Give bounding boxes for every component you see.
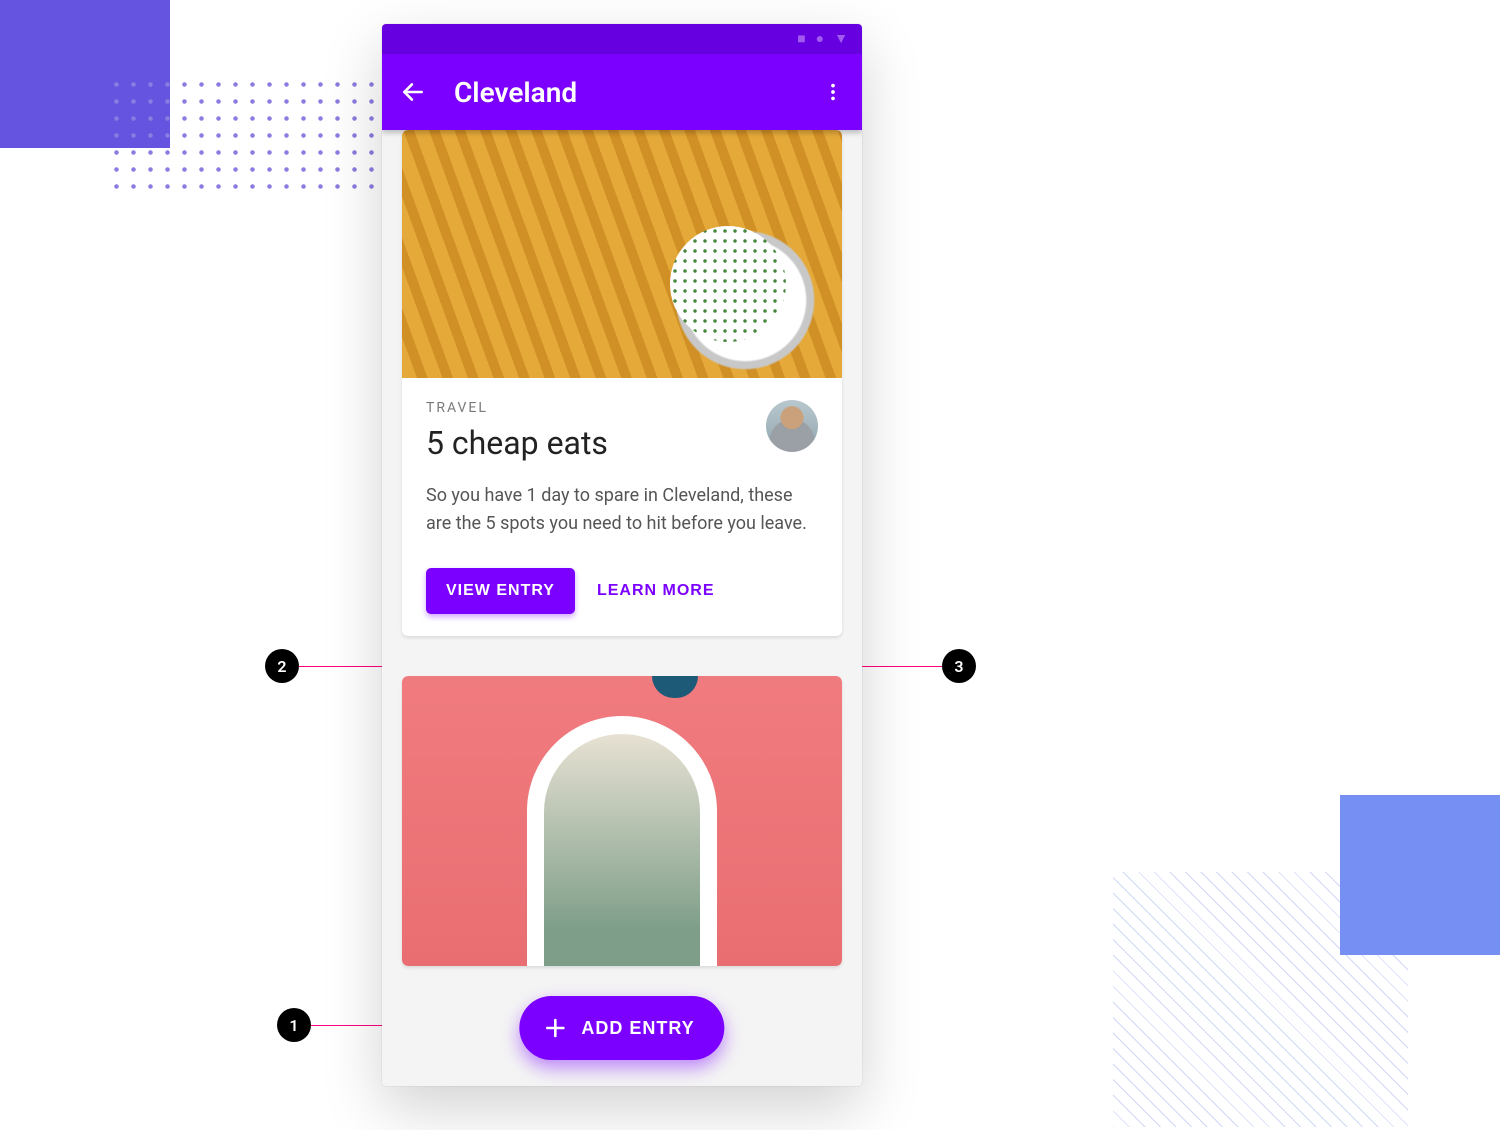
view-entry-button[interactable]: VIEW ENTRY: [426, 568, 575, 614]
card-category: TRAVEL: [426, 400, 818, 416]
callout-badge-2: 2: [265, 649, 299, 683]
card-actions: VIEW ENTRY LEARN MORE: [426, 568, 818, 614]
decorative-dot-grid: [108, 76, 383, 196]
app-bar: Cleveland: [382, 54, 862, 130]
callout-badge-1: 1: [277, 1008, 311, 1042]
lamp-icon: [652, 676, 698, 698]
card-hero-image: [402, 130, 842, 378]
content-scroll[interactable]: TRAVEL 5 cheap eats So you have 1 day to…: [382, 130, 862, 1086]
phone-frame: ■ ● ▼ Cleveland TRAVEL 5 cheap eats So y…: [382, 24, 862, 1086]
back-button[interactable]: [400, 79, 426, 105]
fab-label: ADD ENTRY: [581, 1018, 694, 1039]
callout-number: 2: [277, 657, 286, 676]
card-title: 5 cheap eats: [426, 424, 818, 462]
callout-number: 1: [289, 1016, 298, 1035]
page-title: Cleveland: [454, 76, 794, 109]
learn-more-button[interactable]: LEARN MORE: [597, 582, 715, 600]
entry-card: TRAVEL 5 cheap eats So you have 1 day to…: [402, 130, 842, 636]
more-vert-icon: [822, 81, 844, 103]
card-body: TRAVEL 5 cheap eats So you have 1 day to…: [402, 378, 842, 636]
add-entry-fab[interactable]: ADD ENTRY: [519, 996, 724, 1060]
status-square-icon: ■: [797, 32, 805, 46]
card-description: So you have 1 day to spare in Cleveland,…: [426, 482, 818, 538]
card-hero-image: [402, 676, 842, 966]
plus-icon: [543, 1016, 567, 1040]
decorative-square-blue: [1340, 795, 1500, 955]
entry-card: [402, 676, 842, 966]
arrow-left-icon: [400, 79, 426, 105]
status-triangle-icon: ▼: [834, 32, 848, 46]
status-bar: ■ ● ▼: [382, 24, 862, 54]
status-circle-icon: ●: [816, 32, 824, 46]
author-avatar[interactable]: [766, 400, 818, 452]
callout-badge-3: 3: [942, 649, 976, 683]
callout-number: 3: [954, 657, 963, 676]
more-options-button[interactable]: [822, 81, 844, 103]
